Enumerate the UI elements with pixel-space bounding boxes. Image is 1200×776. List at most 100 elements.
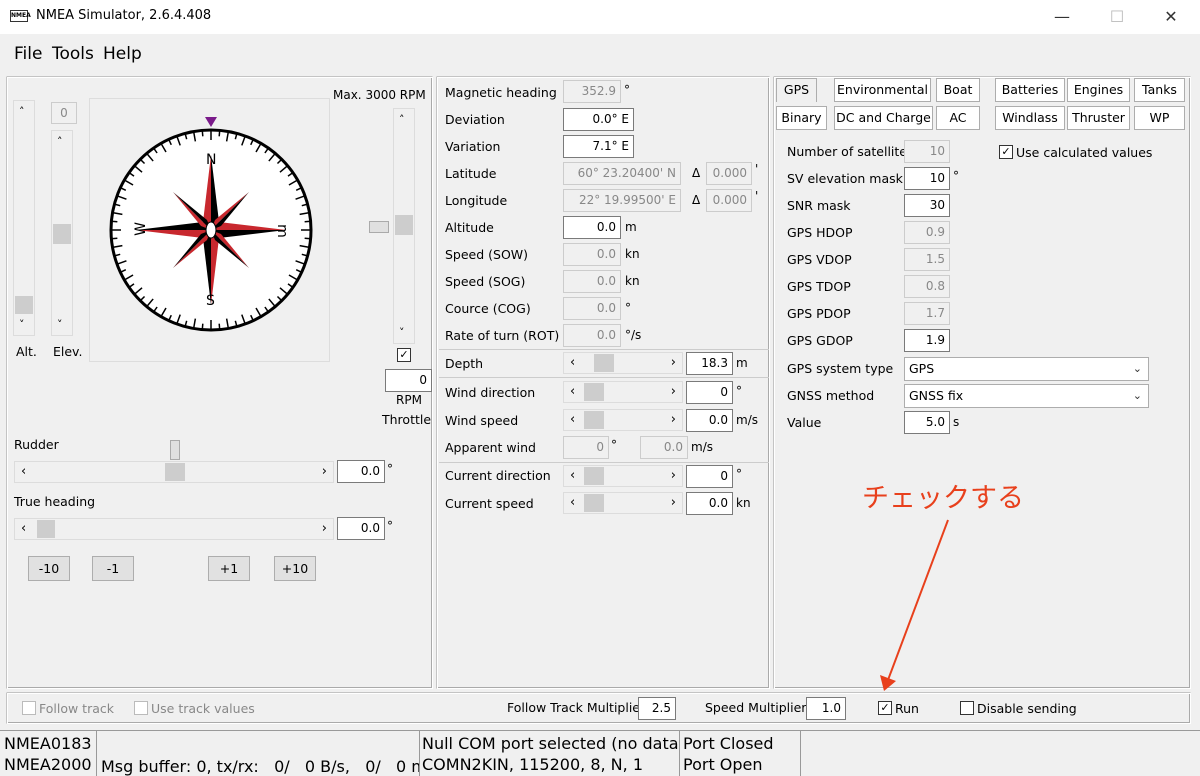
throttle-slider[interactable]: ˄ ˅ [393,108,415,344]
throttle-slider-thumb[interactable] [395,215,413,235]
true-heading-slider[interactable]: ‹ › [14,518,334,540]
scroll-right-icon[interactable]: › [671,384,676,399]
elevation-slider-thumb[interactable] [53,224,71,244]
minus-10-button[interactable]: -10 [28,556,70,581]
tab-binary[interactable]: Binary [776,106,827,130]
scroll-down-icon[interactable]: ˅ [57,318,63,331]
current-direction-slider[interactable]: ‹ › [563,465,683,487]
current-direction-field[interactable]: 0 [686,465,733,488]
rot-field: 0.0 [563,324,621,347]
scroll-right-icon[interactable]: › [671,468,676,483]
close-button[interactable]: ✕ [1148,0,1194,34]
follow-track-multiplier-field[interactable]: 2.5 [638,697,676,720]
altitude-slider-thumb[interactable] [15,296,33,314]
scroll-left-icon[interactable]: ‹ [21,521,26,536]
maximize-button[interactable]: ☐ [1094,0,1140,34]
tab-tanks[interactable]: Tanks [1134,78,1185,102]
gnss-method-select[interactable]: GNSS fix ⌄ [904,384,1149,408]
altitude-slider[interactable]: ˄ ˅ [13,100,35,336]
current-direction-slider-thumb[interactable] [584,467,604,485]
plus-1-button[interactable]: +1 [208,556,250,581]
gps-system-type-value: GPS [909,361,935,376]
disable-sending-checkbox[interactable] [960,701,974,715]
run-checkbox[interactable]: ✓ [878,701,892,715]
rudder-slider-thumb[interactable] [165,463,185,481]
depth-slider-thumb[interactable] [594,354,614,372]
throttle-checkbox[interactable]: ✓ [397,348,411,362]
tab-engines[interactable]: Engines [1067,78,1130,102]
use-track-values-checkbox[interactable] [134,701,148,715]
variation-field[interactable]: 7.1° E [563,135,634,158]
scroll-left-icon[interactable]: ‹ [570,384,575,399]
current-speed-field[interactable]: 0.0 [686,492,733,515]
altitude-field[interactable]: 0.0 [563,216,621,239]
divider [439,377,769,378]
scroll-up-icon[interactable]: ˄ [399,113,405,126]
scroll-right-icon[interactable]: › [671,412,676,427]
scroll-left-icon[interactable]: ‹ [570,495,575,510]
gps-system-type-select[interactable]: GPS ⌄ [904,357,1149,381]
rudder-slider[interactable]: ‹ › [14,461,334,483]
scroll-right-icon[interactable]: › [322,464,327,479]
tab-windlass[interactable]: Windlass [995,106,1065,130]
annotation-text: チェックする [862,483,1024,514]
current-speed-slider-thumb[interactable] [584,494,604,512]
scroll-left-icon[interactable]: ‹ [21,464,26,479]
wind-speed-field[interactable]: 0.0 [686,409,733,432]
plus-10-button[interactable]: +10 [274,556,316,581]
true-heading-slider-thumb[interactable] [37,520,55,538]
tab-gps[interactable]: GPS [776,78,817,102]
apparent-wind-speed-field: 0.0 [640,436,688,459]
wind-direction-field[interactable]: 0 [686,381,733,404]
minus-1-button[interactable]: -1 [92,556,134,581]
sv-elevation-mask-unit: ° [953,169,959,183]
wind-direction-slider[interactable]: ‹ › [563,381,683,403]
menu-tools[interactable]: Tools [52,44,94,64]
scroll-right-icon[interactable]: › [671,355,676,370]
menu-file[interactable]: File [14,44,42,64]
minimize-button[interactable]: — [1039,0,1085,34]
menu-help[interactable]: Help [103,44,142,64]
tab-dc-and-charge[interactable]: DC and Charge [834,106,933,130]
gnss-method-label: GNSS method [787,388,875,403]
tab-environmental[interactable]: Environmental [834,78,931,102]
rudder-field[interactable]: 0.0 [337,460,385,483]
snr-mask-field[interactable]: 30 [904,194,950,217]
wind-speed-label: Wind speed [445,413,519,428]
true-heading-field[interactable]: 0.0 [337,517,385,540]
scroll-down-icon[interactable]: ˅ [399,326,405,339]
scroll-up-icon[interactable]: ˄ [19,105,25,118]
tab-boat[interactable]: Boat [936,78,980,102]
current-speed-slider[interactable]: ‹ › [563,492,683,514]
sv-elevation-mask-field[interactable]: 10 [904,167,950,190]
scroll-right-icon[interactable]: › [671,495,676,510]
depth-field[interactable]: 18.3 [686,352,733,375]
follow-track-checkbox[interactable] [22,701,36,715]
depth-slider[interactable]: ‹ › [563,352,683,374]
compass-east-label: m [273,224,290,238]
elevation-slider[interactable]: ˄ ˅ [51,130,73,336]
rpm-field[interactable]: 0 [385,369,432,392]
wind-speed-slider[interactable]: ‹ › [563,409,683,431]
elevation-value: 0 [51,102,77,124]
scroll-left-icon[interactable]: ‹ [570,412,575,427]
speed-sow-field: 0.0 [563,243,621,266]
wind-direction-slider-thumb[interactable] [584,383,604,401]
tab-wp[interactable]: WP [1134,106,1185,130]
scroll-left-icon[interactable]: ‹ [570,355,575,370]
scroll-down-icon[interactable]: ˅ [19,318,25,331]
speed-multiplier-field[interactable]: 1.0 [806,697,846,720]
depth-unit: m [736,356,748,370]
use-calculated-checkbox[interactable]: ✓ [999,145,1013,159]
scroll-up-icon[interactable]: ˄ [57,135,63,148]
scroll-right-icon[interactable]: › [322,521,327,536]
tab-thruster[interactable]: Thruster [1067,106,1130,130]
tab-ac[interactable]: AC [936,106,980,130]
value-field[interactable]: 5.0 [904,411,950,434]
port-closed-status: Port Closed [683,734,774,753]
wind-speed-slider-thumb[interactable] [584,411,604,429]
tab-batteries[interactable]: Batteries [995,78,1065,102]
scroll-left-icon[interactable]: ‹ [570,468,575,483]
deviation-field[interactable]: 0.0° E [563,108,634,131]
gps-gdop-field[interactable]: 1.9 [904,329,950,352]
